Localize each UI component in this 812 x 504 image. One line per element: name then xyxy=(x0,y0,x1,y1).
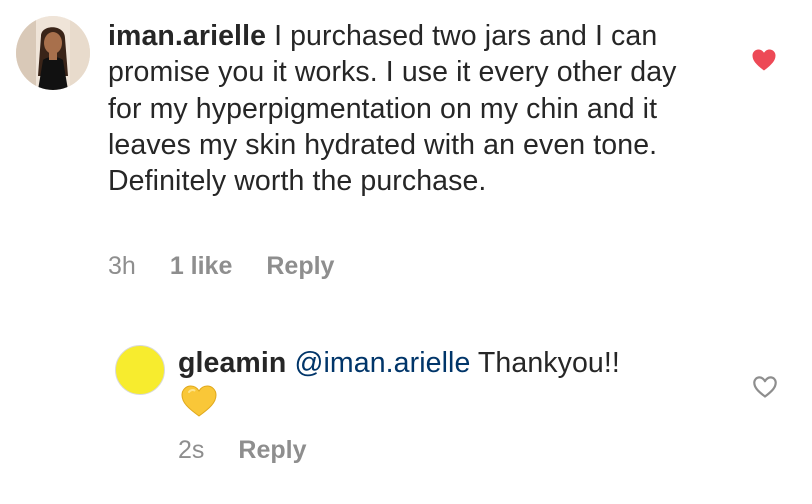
reply-text: gleamin @iman.arielle Thankyou!! xyxy=(178,345,718,381)
comment-text: iman.arielle I purchased two jars and I … xyxy=(108,18,688,199)
comment-meta: 3h 1 like Reply xyxy=(108,252,368,281)
yellow-heart-icon xyxy=(181,385,217,417)
heart-filled-icon[interactable] xyxy=(751,48,777,72)
reply-timestamp: 2s xyxy=(178,436,205,464)
reply-avatar[interactable] xyxy=(115,345,165,395)
comment-like-count[interactable]: 1 like xyxy=(170,252,233,281)
comment-username[interactable]: iman.arielle xyxy=(108,20,266,52)
reply-mention[interactable]: @iman.arielle xyxy=(294,347,470,379)
reply-body: Thankyou!! xyxy=(470,347,620,379)
avatar[interactable] xyxy=(16,16,90,90)
heart-outline-icon[interactable] xyxy=(752,375,778,399)
avatar-photo-icon xyxy=(16,16,90,90)
reply-reply-button[interactable]: Reply xyxy=(238,436,306,465)
reply-username[interactable]: gleamin xyxy=(178,347,286,379)
reply-meta: 2s Reply xyxy=(178,436,341,465)
comment-reply-button[interactable]: Reply xyxy=(266,252,334,281)
comment-timestamp: 3h xyxy=(108,252,136,280)
